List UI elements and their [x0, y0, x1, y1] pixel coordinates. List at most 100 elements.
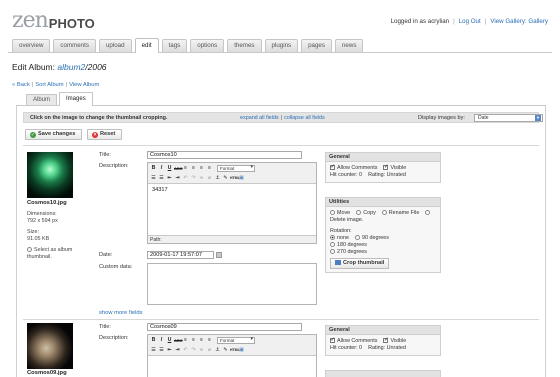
strikethrough-icon[interactable]: ABC: [174, 337, 183, 344]
image-icon[interactable]: ▣: [238, 347, 245, 354]
description-editor[interactable]: B I U ABC ≡ ≡ ≡ ≡ Format ☰ ☰ ⇤ ⇥ ↶ ↷ ∞ ⌀…: [147, 334, 317, 377]
sort-album-link[interactable]: Sort Album: [35, 82, 63, 88]
description-text[interactable]: 34317: [148, 183, 316, 236]
calendar-icon[interactable]: [216, 252, 222, 258]
bold-icon[interactable]: B: [150, 165, 157, 172]
cleanup-icon[interactable]: ✎: [222, 175, 229, 182]
reset-button[interactable]: × Reset: [87, 129, 123, 140]
underline-icon[interactable]: U: [166, 337, 173, 344]
rename-radio[interactable]: Rename File: [381, 210, 419, 217]
image-row: Cosmos09.jpg Title: Cosmos09 Description…: [17, 321, 545, 377]
indent-icon[interactable]: ⇥: [174, 175, 181, 182]
tab-themes[interactable]: themes: [227, 39, 262, 52]
subtab-images[interactable]: Images: [59, 92, 93, 106]
image-thumbnail[interactable]: [27, 152, 73, 198]
tab-upload[interactable]: upload: [98, 39, 132, 52]
utilities-box: [325, 370, 441, 377]
redo-icon[interactable]: ↷: [190, 175, 197, 182]
back-link[interactable]: « Back: [12, 82, 30, 88]
link-icon[interactable]: ∞: [198, 347, 205, 354]
view-album-link[interactable]: View Album: [69, 82, 99, 88]
rotation-270-label: 270 degrees: [337, 249, 367, 255]
align-left-icon[interactable]: ≡: [182, 337, 189, 344]
bullet-list-icon[interactable]: ☰: [150, 175, 157, 182]
italic-icon[interactable]: I: [158, 165, 165, 172]
numbered-list-icon[interactable]: ☰: [158, 175, 165, 182]
tab-tags[interactable]: tags: [161, 39, 188, 52]
display-by-select[interactable]: Date ▼: [474, 114, 543, 122]
tab-overview[interactable]: overview: [12, 39, 51, 52]
align-right-icon[interactable]: ≡: [198, 337, 205, 344]
save-button[interactable]: ✓ Save changes: [25, 129, 83, 140]
tab-options[interactable]: options: [190, 39, 225, 52]
format-select[interactable]: Format: [217, 336, 255, 344]
undo-icon[interactable]: ↶: [182, 347, 189, 354]
outdent-icon[interactable]: ⇤: [166, 175, 173, 182]
tab-pages[interactable]: pages: [301, 39, 332, 52]
italic-icon[interactable]: I: [158, 337, 165, 344]
undo-icon[interactable]: ↶: [182, 175, 189, 182]
description-text[interactable]: [148, 355, 316, 377]
image-thumbnail[interactable]: [27, 323, 73, 369]
bullet-list-icon[interactable]: ☰: [150, 347, 157, 354]
description-editor[interactable]: B I U ABC ≡ ≡ ≡ ≡ Format ☰ ☰ ⇤ ⇥ ↶ ↷ ∞ ⌀…: [147, 162, 317, 244]
tab-plugins[interactable]: plugins: [264, 39, 299, 52]
show-more-fields-link[interactable]: show more fields: [99, 310, 143, 316]
expand-all-link[interactable]: expand all fields: [240, 115, 279, 121]
title-input[interactable]: Cosmos09: [147, 323, 302, 331]
general-box: General Allow Comments Visible Hit counte…: [325, 325, 441, 356]
logout-link[interactable]: Log Out: [459, 18, 481, 25]
delete-radio[interactable]: [425, 210, 431, 215]
link-icon[interactable]: ∞: [198, 175, 205, 182]
anchor-icon[interactable]: ⚓: [214, 175, 221, 182]
move-radio[interactable]: Move: [330, 210, 350, 217]
tab-comments[interactable]: comments: [53, 39, 96, 52]
format-select[interactable]: Format: [217, 164, 255, 172]
align-justify-icon[interactable]: ≡: [206, 165, 213, 172]
custom-data-textarea[interactable]: [147, 263, 317, 305]
rotation-270-radio[interactable]: 270 degrees: [330, 249, 367, 256]
align-left-icon[interactable]: ≡: [182, 165, 189, 172]
visible-checkbox[interactable]: Visible: [383, 337, 406, 345]
album-thumb-radio[interactable]: Select as album thumbnail.: [27, 247, 89, 261]
align-center-icon[interactable]: ≡: [190, 165, 197, 172]
allow-comments-checkbox[interactable]: Allow Comments: [330, 164, 377, 172]
numbered-list-icon[interactable]: ☰: [158, 347, 165, 354]
outdent-icon[interactable]: ⇤: [166, 347, 173, 354]
image-icon[interactable]: ▣: [238, 175, 245, 182]
underline-icon[interactable]: U: [166, 165, 173, 172]
title-input[interactable]: Cosmos10: [147, 151, 302, 159]
album-link[interactable]: album2: [57, 62, 85, 72]
redo-icon[interactable]: ↷: [190, 347, 197, 354]
date-label: Date:: [99, 252, 113, 258]
anchor-icon[interactable]: ⚓: [214, 347, 221, 354]
rotation-none-radio[interactable]: none: [330, 235, 349, 242]
copy-radio[interactable]: Copy: [356, 210, 376, 217]
bold-icon[interactable]: B: [150, 337, 157, 344]
date-input[interactable]: 2009-01-17 19:57:07: [147, 251, 222, 259]
html-icon[interactable]: HTML: [230, 347, 240, 354]
view-gallery-link[interactable]: View Gallery: Gallery: [490, 18, 548, 25]
rotation-180-radio[interactable]: 180 degrees: [330, 242, 367, 249]
collapse-all-link[interactable]: collapse all fields: [284, 115, 325, 121]
tab-edit[interactable]: edit: [134, 38, 159, 53]
rotation-90-radio[interactable]: 90 degrees: [355, 235, 389, 242]
tab-news[interactable]: news: [334, 39, 364, 52]
align-center-icon[interactable]: ≡: [190, 337, 197, 344]
html-icon[interactable]: HTML: [230, 175, 240, 182]
description-label: Description:: [99, 163, 129, 169]
dimensions-label: Dimensions:: [27, 211, 57, 217]
radio-icon: [330, 235, 335, 240]
indent-icon[interactable]: ⇥: [174, 347, 181, 354]
align-right-icon[interactable]: ≡: [198, 165, 205, 172]
editor-toolbar-row1: B I U ABC ≡ ≡ ≡ ≡ Format: [148, 335, 316, 345]
unlink-icon[interactable]: ⌀: [206, 175, 213, 182]
unlink-icon[interactable]: ⌀: [206, 347, 213, 354]
cleanup-icon[interactable]: ✎: [222, 347, 229, 354]
crop-thumbnail-button[interactable]: Crop thumbnail: [330, 258, 390, 269]
subtab-album[interactable]: Album: [26, 94, 58, 105]
strikethrough-icon[interactable]: ABC: [174, 165, 183, 172]
align-justify-icon[interactable]: ≡: [206, 337, 213, 344]
visible-checkbox[interactable]: Visible: [383, 164, 406, 172]
allow-comments-checkbox[interactable]: Allow Comments: [330, 337, 377, 345]
